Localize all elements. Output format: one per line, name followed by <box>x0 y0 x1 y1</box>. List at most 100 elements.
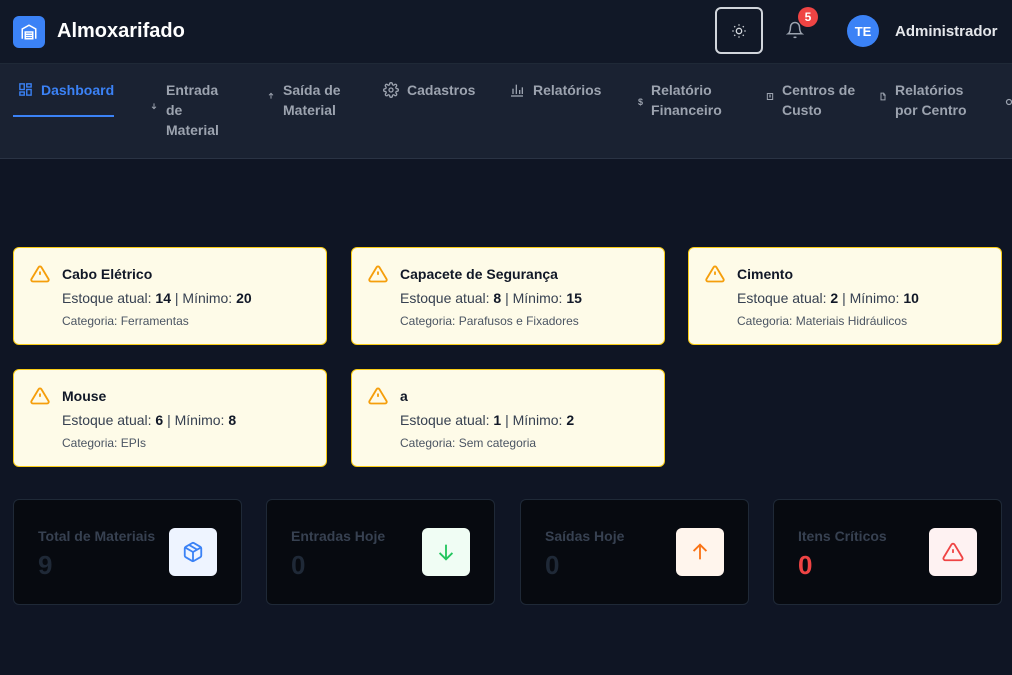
stock-info: Estoque atual: 8 | Mínimo: 15 <box>400 290 582 306</box>
stat-card: Total de Materiais 9 <box>13 499 242 605</box>
category-info: Categoria: EPIs <box>62 436 146 450</box>
nav-active-indicator <box>13 115 114 117</box>
gear-icon <box>383 82 399 98</box>
stock-min-label: Mínimo: <box>512 290 563 306</box>
user-name[interactable]: Administrador <box>895 23 998 40</box>
stat-card: Entradas Hoje 0 <box>266 499 495 605</box>
warehouse-logo-icon <box>13 16 45 48</box>
category-info: Categoria: Materiais Hidráulicos <box>737 314 907 328</box>
stock-info: Estoque atual: 1 | Mínimo: 2 <box>400 412 575 428</box>
nav-item-label: Dashboard <box>41 82 115 98</box>
category-label: Categoria: <box>737 314 793 328</box>
stock-min-label: Mínimo: <box>174 412 225 428</box>
stock-info: Estoque atual: 2 | Mínimo: 10 <box>737 290 919 306</box>
nav-item-label: Relatórios <box>533 82 602 98</box>
nav-item-label: Saída de Material <box>283 82 341 118</box>
stock-current-value: 8 <box>493 290 502 306</box>
category-label: Categoria: <box>62 314 118 328</box>
stock-current-label: Estoque atual: <box>62 412 152 428</box>
warning-icon <box>368 386 388 411</box>
nav-item-relatorio-financeiro[interactable]: $ Relatório Financeiro <box>638 80 733 120</box>
category-value: Ferramentas <box>120 314 189 328</box>
nav-item-centros-de-custo[interactable]: Centros de Custo <box>766 80 856 120</box>
nav-overflow-icon[interactable] <box>1004 94 1012 112</box>
low-stock-alert-card[interactable]: Cimento Estoque atual: 2 | Mínimo: 10 Cate… <box>688 247 1002 345</box>
stock-current-value: 1 <box>493 412 502 428</box>
warning-icon <box>30 264 50 289</box>
low-stock-alert-card[interactable]: a Estoque atual: 1 | Mínimo: 2 Categoria: … <box>351 369 665 467</box>
stock-min-value: 20 <box>236 290 252 306</box>
box-icon <box>169 528 217 576</box>
file-icon <box>879 92 887 101</box>
arrow-up-icon <box>267 92 275 100</box>
theme-toggle-button[interactable] <box>715 7 763 54</box>
building-icon <box>766 92 774 101</box>
warning-icon <box>705 264 725 289</box>
nav-item-saida[interactable]: Saída de Material <box>267 80 357 120</box>
nav-item-dashboard[interactable]: Dashboard <box>18 80 128 100</box>
stock-current-value: 2 <box>830 290 839 306</box>
avatar[interactable]: TE <box>847 15 879 47</box>
stock-min-label: Mínimo: <box>512 412 563 428</box>
stat-value: 0 <box>545 550 560 580</box>
alert-triangle-icon <box>929 528 977 576</box>
dollar-icon: $ <box>638 97 644 107</box>
stock-current-value: 14 <box>155 290 171 306</box>
stock-min-value: 2 <box>566 412 575 428</box>
stat-label: Total de Materiais <box>38 528 156 544</box>
stat-label: Entradas Hoje <box>291 528 386 544</box>
stock-min-label: Mínimo: <box>182 290 233 306</box>
top-bar: Almoxarifado 5 TE Administrador <box>0 0 1012 64</box>
material-name: Cimento <box>737 266 793 282</box>
warning-icon <box>30 386 50 411</box>
nav-item-label: Relatórios por Centro <box>895 82 967 118</box>
stat-label: Itens Críticos <box>798 528 887 544</box>
stock-current-label: Estoque atual: <box>737 290 827 306</box>
category-value: Parafusos e Fixadores <box>458 314 579 328</box>
grid-icon <box>18 82 33 97</box>
nav-item-cadastros[interactable]: Cadastros <box>383 80 493 100</box>
material-name: Cabo Elétrico <box>62 266 153 282</box>
stock-current-label: Estoque atual: <box>400 290 490 306</box>
low-stock-alert-card[interactable]: Cabo Elétrico Estoque atual: 14 | Mínimo:… <box>13 247 327 345</box>
material-name: Mouse <box>62 388 107 404</box>
notification-count-badge: 5 <box>798 7 818 27</box>
bar-chart-icon <box>509 82 525 98</box>
category-value: Materiais Hidráulicos <box>795 314 908 328</box>
stock-info: Estoque atual: 14 | Mínimo: 20 <box>62 290 252 306</box>
arrow-down-icon <box>422 528 470 576</box>
nav-item-label: Relatório Financeiro <box>651 82 722 118</box>
nav-item-label: Cadastros <box>407 82 476 98</box>
stat-label: Saídas Hoje <box>545 528 625 544</box>
app-title: Almoxarifado <box>57 20 185 42</box>
stat-card: Saídas Hoje 0 <box>520 499 749 605</box>
category-label: Categoria: <box>62 436 118 450</box>
stock-min-value: 8 <box>228 412 237 428</box>
category-info: Categoria: Parafusos e Fixadores <box>400 314 579 328</box>
stock-current-label: Estoque atual: <box>62 290 152 306</box>
stat-card: Itens Críticos 0 <box>773 499 1002 605</box>
material-name: Capacete de Segurança <box>400 266 558 282</box>
category-label: Categoria: <box>400 314 456 328</box>
category-value: Sem categoria <box>458 436 537 450</box>
arrow-up-icon <box>676 528 724 576</box>
nav-item-relatorios-por-centro[interactable]: Relatórios por Centro <box>879 80 979 120</box>
stock-min-label: Mínimo: <box>849 290 900 306</box>
stock-min-value: 15 <box>566 290 582 306</box>
warning-icon <box>368 264 388 289</box>
sun-icon <box>732 23 746 38</box>
stock-current-value: 6 <box>155 412 164 428</box>
nav-item-relatorios[interactable]: Relatórios <box>509 80 619 100</box>
stock-current-label: Estoque atual: <box>400 412 490 428</box>
category-info: Categoria: Ferramentas <box>62 314 189 328</box>
low-stock-alert-card[interactable]: Capacete de Segurança Estoque atual: 8 | … <box>351 247 665 345</box>
nav-item-entrada[interactable]: Entrada de Material <box>150 80 230 140</box>
low-stock-alert-card[interactable]: Mouse Estoque atual: 6 | Mínimo: 8 Categor… <box>13 369 327 467</box>
stat-value: 0 <box>291 550 306 580</box>
stock-info: Estoque atual: 6 | Mínimo: 8 <box>62 412 237 428</box>
nav-item-label: Centros de Custo <box>782 82 856 118</box>
nav-item-label: Entrada de Material <box>166 82 219 138</box>
arrow-down-icon <box>150 102 158 110</box>
stat-value: 0 <box>798 550 813 580</box>
material-name: a <box>400 388 408 404</box>
